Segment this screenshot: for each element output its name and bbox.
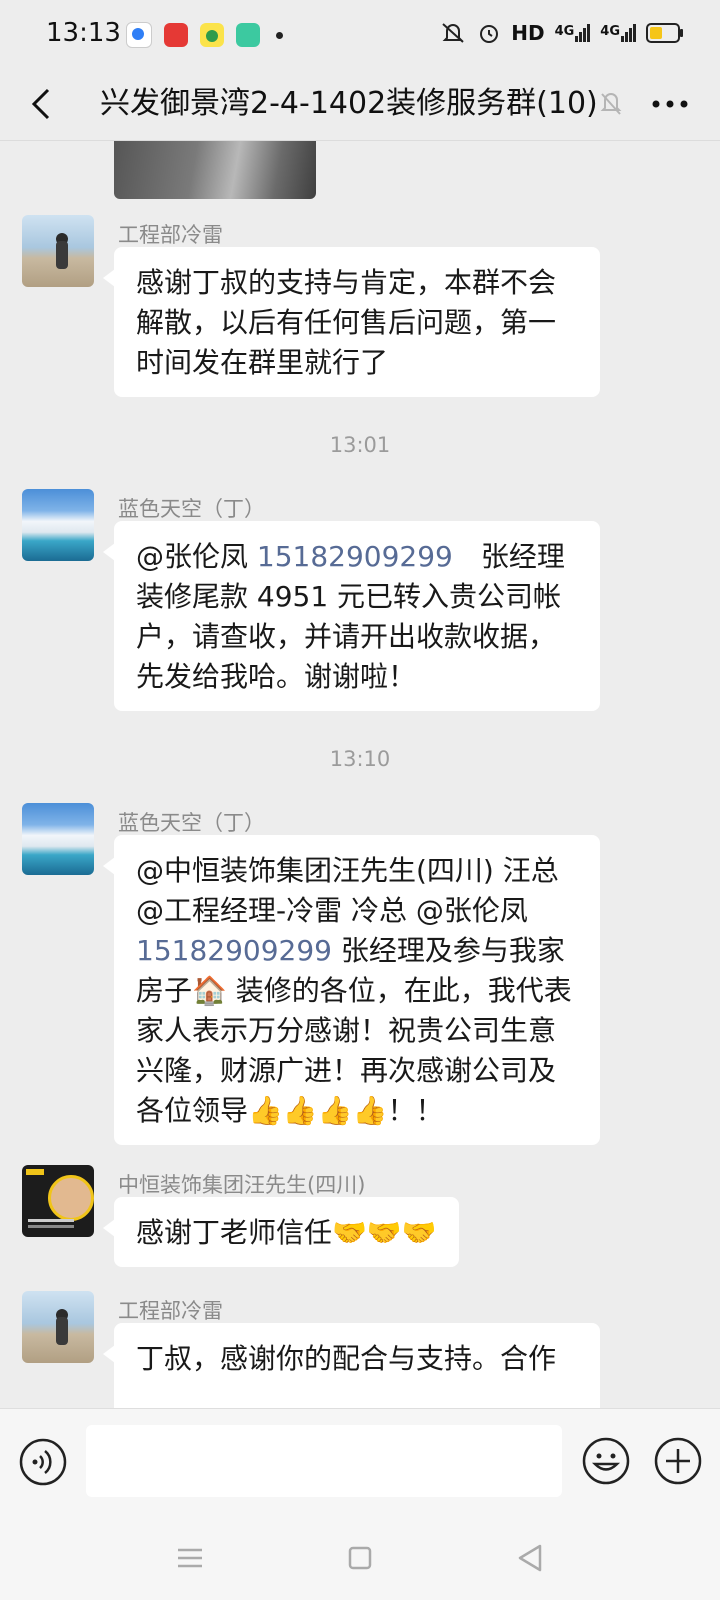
alarm-icon: [480, 25, 499, 43]
sender-name: 工程部冷雷: [118, 1299, 223, 1323]
browser-app-icon: [126, 22, 152, 48]
back-icon[interactable]: [22, 82, 66, 126]
status-time: 13:13: [46, 18, 121, 48]
status-notification-icons: [126, 22, 283, 48]
nav-back-icon[interactable]: [510, 1538, 550, 1578]
message-input[interactable]: [86, 1425, 562, 1497]
sender-name: 蓝色天空（丁）: [118, 497, 265, 521]
nav-home-icon[interactable]: [340, 1538, 380, 1578]
sender-name: 中恒装饰集团汪先生(四川): [118, 1173, 366, 1197]
more-notifications-dot: [276, 31, 283, 39]
sender-name: 蓝色天空（丁）: [118, 811, 265, 835]
avatar[interactable]: [22, 1165, 94, 1237]
gallery-app-icon: [236, 23, 260, 47]
emoji-icon[interactable]: [580, 1435, 632, 1487]
system-nav-bar: [0, 1516, 720, 1600]
avatar[interactable]: [22, 489, 94, 561]
image-message[interactable]: [114, 141, 316, 199]
avatar[interactable]: [22, 803, 94, 875]
avatar[interactable]: [22, 1291, 94, 1363]
chat-title: 兴发御景湾2-4-1402装修服务群(10): [100, 86, 598, 121]
avatar[interactable]: [22, 215, 94, 287]
battery-fill: [650, 27, 662, 39]
status-bar: 13:13 HD 4G 4G: [0, 0, 720, 70]
music-app-icon: [200, 23, 224, 47]
nav-menu-icon[interactable]: [170, 1538, 210, 1578]
phone-link[interactable]: 15182909299: [136, 934, 332, 967]
mute-icon: [600, 93, 622, 115]
input-bar: [0, 1408, 720, 1517]
message-list[interactable]: 工程部冷雷 感谢丁叔的支持与肯定，本群不会解散，以后有任何售后问题，第一时间发在…: [0, 141, 720, 1408]
plus-icon[interactable]: [652, 1435, 704, 1487]
message-bubble[interactable]: 丁叔，感谢你的配合与支持。合作: [103, 1323, 600, 1408]
message-bubble[interactable]: 感谢丁老师信任🤝🤝🤝: [103, 1197, 459, 1267]
battery-icon: [646, 23, 683, 43]
voice-icon[interactable]: [18, 1437, 68, 1487]
more-icon[interactable]: [646, 84, 694, 124]
sender-name: 工程部冷雷: [118, 223, 223, 247]
status-right-icons: HD 4G 4G: [439, 20, 683, 46]
mute-bell-icon: [442, 23, 464, 43]
timestamp: 13:01: [329, 433, 391, 457]
hd-label: HD: [511, 21, 545, 45]
signal-2: 4G: [600, 24, 636, 42]
message-bubble[interactable]: 感谢丁叔的支持与肯定，本群不会解散，以后有任何售后问题，第一时间发在群里就行了: [103, 247, 600, 397]
message-bubble[interactable]: @张伦凤 15182909299 张经理 装修尾款 4951 元已转入贵公司帐户…: [103, 521, 600, 711]
timestamp: 13:10: [329, 747, 391, 771]
message-bubble[interactable]: @中恒装饰集团汪先生(四川) 汪总 @工程经理-冷雷 冷总 @张伦凤 15182…: [103, 835, 600, 1145]
news-app-icon: [164, 23, 188, 47]
phone-link[interactable]: 15182909299: [257, 540, 453, 573]
chat-header: 兴发御景湾2-4-1402装修服务群(10): [0, 70, 720, 141]
signal-1: 4G: [555, 24, 591, 42]
